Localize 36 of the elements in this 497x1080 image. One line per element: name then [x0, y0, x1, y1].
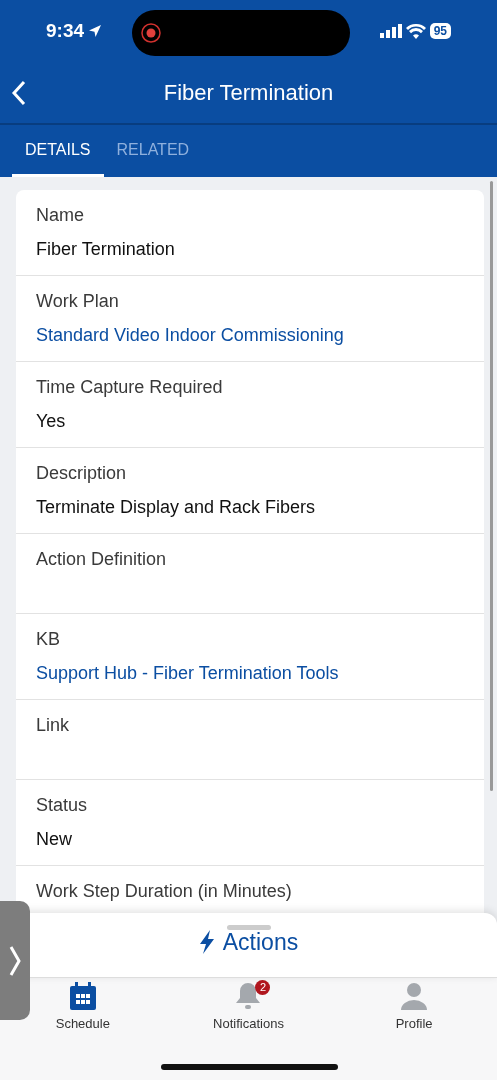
field-label: Work Step Duration (in Minutes): [36, 880, 293, 903]
battery-level: 95: [429, 23, 451, 39]
person-icon: [400, 982, 429, 1010]
clock-time: 9:34: [46, 18, 85, 43]
lightning-icon: [198, 930, 215, 955]
field-label: Description: [36, 462, 128, 485]
field-label: Time Capture Required: [36, 376, 224, 399]
field-link[interactable]: Standard Video Indoor Commissioning: [36, 323, 464, 347]
notification-count: 2: [255, 980, 271, 995]
chevron-right-icon: [9, 944, 21, 977]
field-value: New: [36, 828, 73, 851]
nav-tab[interactable]: Notifications 2: [198, 978, 299, 1035]
page-title: Fiber Termination: [163, 79, 334, 107]
wifi-icon: [405, 23, 426, 39]
actions-button[interactable]: Actions: [192, 913, 305, 961]
field-label: Name: [36, 204, 85, 227]
tab[interactable]: DETAILS: [12, 125, 104, 177]
field-value: Yes: [36, 410, 67, 433]
tab[interactable]: RELATED: [103, 125, 203, 177]
nav-tab[interactable]: Profile: [364, 978, 465, 1035]
field-label: Work Plan: [36, 290, 120, 313]
field-label: KB: [36, 628, 61, 651]
field-label: Status: [36, 794, 89, 817]
field-link[interactable]: Support Hub - Fiber Termination Tools: [36, 661, 464, 685]
side-panel-handle[interactable]: [0, 901, 30, 1020]
field-label: Action Definition: [36, 548, 168, 571]
field-value: Terminate Display and Rack Fibers: [36, 496, 317, 519]
nav-tab[interactable]: Schedule: [32, 978, 133, 1035]
field-value: Fiber Termination: [36, 238, 176, 261]
location-arrow-icon: [88, 24, 103, 38]
calendar-icon: [69, 982, 96, 1010]
drag-handle[interactable]: [226, 925, 271, 930]
back-icon[interactable]: [10, 80, 28, 106]
recording-icon: [139, 22, 162, 44]
field-label: Link: [36, 714, 71, 737]
signal-icon: [379, 24, 402, 38]
